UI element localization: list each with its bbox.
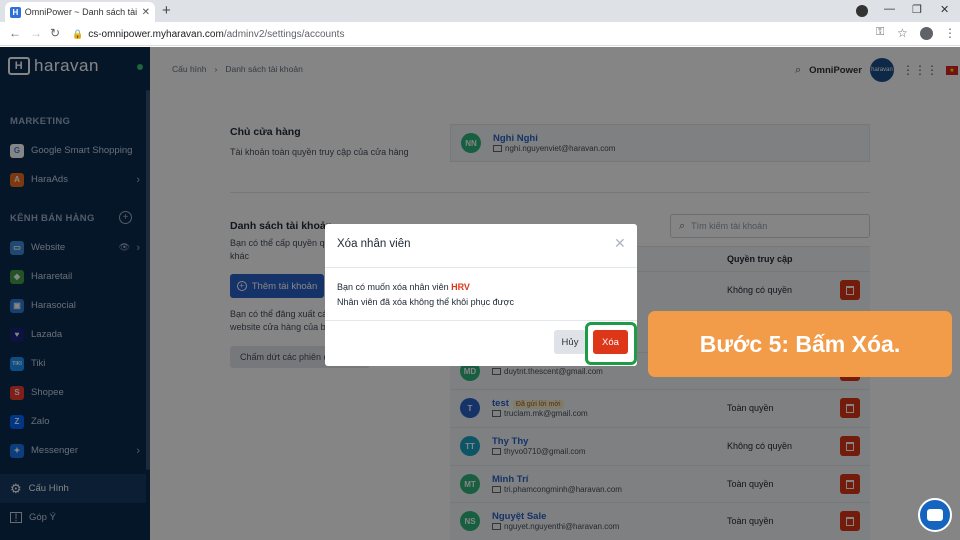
maximize-icon[interactable]: ❐ bbox=[912, 3, 922, 16]
minimize-icon[interactable]: — bbox=[884, 3, 895, 15]
chat-support-button[interactable] bbox=[918, 498, 952, 532]
back-icon[interactable]: ← bbox=[9, 26, 21, 40]
modal-question: Bạn có muốn xóa nhân viên bbox=[337, 282, 452, 292]
lock-icon: 🔒 bbox=[72, 28, 84, 39]
close-tab-icon[interactable]: ✕ bbox=[142, 7, 150, 18]
reload-icon[interactable]: ↻ bbox=[50, 26, 60, 40]
forward-icon[interactable]: → bbox=[30, 26, 42, 40]
tab-title: OmniPower ~ Danh sách tài khoản bbox=[24, 7, 138, 17]
modal-divider bbox=[325, 320, 637, 321]
modal-divider bbox=[325, 267, 637, 268]
profile-icon[interactable] bbox=[856, 5, 868, 17]
close-window-icon[interactable]: ✕ bbox=[940, 3, 949, 16]
url-path: /adminv2/settings/accounts bbox=[223, 28, 345, 40]
modal-warning: Nhân viên đã xóa không thể khôi phục đượ… bbox=[337, 297, 515, 307]
key-icon[interactable]: ⚿ bbox=[876, 26, 884, 39]
modal-body: Bạn có muốn xóa nhân viên HRV Nhân viên … bbox=[337, 280, 514, 310]
favicon-icon: H bbox=[10, 6, 21, 18]
employee-name: HRV bbox=[451, 282, 470, 292]
new-tab-icon[interactable]: + bbox=[162, 2, 171, 19]
account-icon[interactable] bbox=[920, 27, 933, 40]
modal-title: Xóa nhân viên bbox=[337, 238, 411, 250]
cancel-button[interactable]: Hủy bbox=[554, 330, 586, 354]
menu-dots-icon[interactable]: ⋮ bbox=[944, 26, 956, 40]
chat-icon bbox=[927, 509, 943, 521]
highlight-box bbox=[585, 322, 637, 365]
browser-tab[interactable]: H OmniPower ~ Danh sách tài khoản ✕ bbox=[5, 2, 155, 22]
url-field[interactable]: 🔒 cs-omnipower.myharavan.com/adminv2/set… bbox=[72, 25, 862, 43]
url-host: cs-omnipower.myharavan.com bbox=[88, 28, 224, 40]
step-callout: Bước 5: Bấm Xóa. bbox=[648, 311, 952, 377]
star-icon[interactable]: ☆ bbox=[897, 26, 908, 40]
close-icon[interactable]: ✕ bbox=[614, 235, 626, 252]
